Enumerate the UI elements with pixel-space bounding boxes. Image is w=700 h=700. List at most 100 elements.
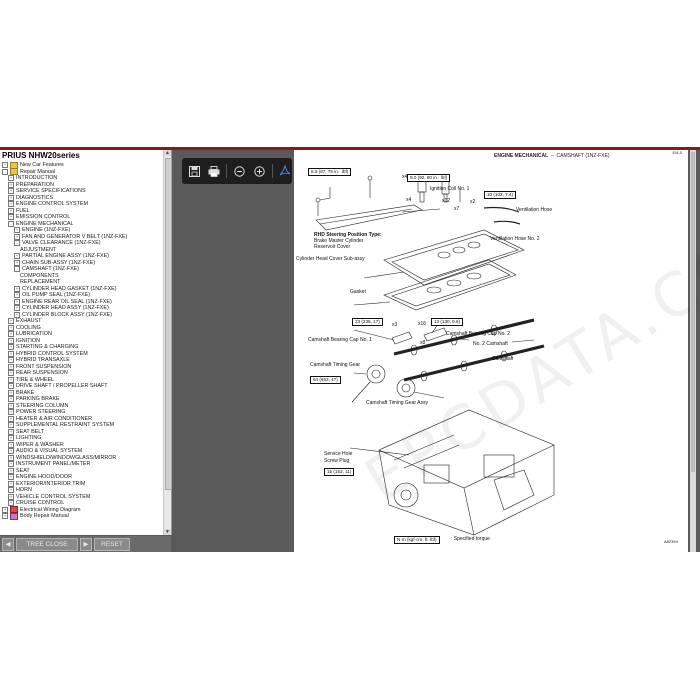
- expand-icon[interactable]: +: [8, 435, 14, 442]
- scrollbar-thumb[interactable]: [165, 158, 172, 490]
- expand-icon[interactable]: +: [14, 311, 20, 318]
- expand-icon[interactable]: +: [14, 285, 20, 292]
- sidebar-tree: PRIUS NHW20series + New Car Features - Repa…: [0, 150, 172, 535]
- expand-icon[interactable]: +: [8, 467, 14, 474]
- expand-icon[interactable]: +: [8, 389, 14, 396]
- label-rhd-line2: Reservoir Cover: [314, 244, 351, 250]
- expand-icon[interactable]: +: [8, 175, 14, 182]
- zoom-out-icon[interactable]: [233, 164, 246, 178]
- expand-icon[interactable]: +: [14, 227, 20, 234]
- expand-icon[interactable]: +: [8, 357, 14, 364]
- expand-icon[interactable]: +: [8, 487, 14, 494]
- expand-icon[interactable]: +: [14, 292, 20, 299]
- tree-close-button[interactable]: TREE CLOSE: [16, 537, 78, 551]
- scroll-down-arrow-icon[interactable]: ▼: [164, 529, 171, 535]
- label-qty: x4: [402, 174, 408, 180]
- label-bearing-cap-2: Camshaft Bearing Cap No. 2: [446, 331, 510, 337]
- reset-button[interactable]: RESET: [94, 537, 130, 551]
- expand-icon[interactable]: +: [14, 259, 20, 266]
- sidebar-scrollbar[interactable]: ▲ ▼: [163, 150, 172, 535]
- expand-icon[interactable]: +: [8, 383, 14, 390]
- label-head-cover: Cylinder Head Cover Sub-assy: [296, 256, 365, 262]
- label-service-hole: Service Hole: [324, 451, 353, 457]
- scroll-up-arrow-icon[interactable]: ▲: [164, 150, 171, 156]
- expand-icon[interactable]: +: [8, 318, 14, 325]
- expand-icon[interactable]: +: [2, 162, 8, 169]
- torque-label: 8.5 (87, 75 in.· lbf): [308, 168, 352, 176]
- expand-icon[interactable]: +: [2, 506, 8, 513]
- expand-icon[interactable]: +: [8, 376, 14, 383]
- expand-icon[interactable]: +: [8, 207, 14, 214]
- expand-icon[interactable]: +: [8, 493, 14, 500]
- label-qty: x3: [392, 322, 398, 328]
- expand-icon[interactable]: +: [8, 448, 14, 455]
- expand-icon[interactable]: +: [8, 370, 14, 377]
- label-ventilation-hose-2: Ventilation Hose No. 2: [490, 236, 540, 242]
- expand-icon[interactable]: +: [8, 480, 14, 487]
- toolbar-separator: [226, 164, 228, 178]
- torque-label: 15 (153, 11): [324, 468, 355, 476]
- expand-icon[interactable]: +: [8, 324, 14, 331]
- pdf-viewer: ENGINE MECHANICAL – CAMSHAFT (1NZ-FXE) E…: [172, 150, 700, 552]
- next-button[interactable]: ▶: [80, 537, 92, 551]
- expand-icon[interactable]: +: [8, 181, 14, 188]
- torque-legend-text: : Specified torque: [451, 536, 490, 542]
- print-icon[interactable]: [207, 164, 220, 178]
- expand-icon[interactable]: +: [8, 350, 14, 357]
- label-timing-gear-assy: Camshaft Timing Gear Assy: [366, 400, 428, 406]
- expand-icon[interactable]: +: [14, 305, 20, 312]
- figure-code: A82394: [664, 539, 678, 544]
- label-timing-gear: Camshaft Timing Gear: [310, 362, 361, 368]
- app-window: PRIUS NHW20series + New Car Features - Repa…: [0, 147, 700, 552]
- label-no2-camshaft: No. 2 Camshaft: [473, 341, 508, 347]
- expand-icon[interactable]: +: [8, 474, 14, 481]
- expand-icon[interactable]: +: [14, 253, 20, 260]
- collapse-icon[interactable]: -: [14, 266, 20, 273]
- folder-icon: [10, 512, 18, 520]
- expand-icon[interactable]: +: [8, 428, 14, 435]
- save-icon[interactable]: [188, 164, 201, 178]
- expand-icon[interactable]: +: [8, 461, 14, 468]
- expand-icon[interactable]: +: [8, 194, 14, 201]
- timing-gear-shape: [366, 364, 386, 384]
- collapse-icon[interactable]: -: [8, 220, 14, 227]
- prev-button[interactable]: ◀: [2, 537, 14, 551]
- expand-icon[interactable]: +: [14, 298, 20, 305]
- viewer-scrollbar[interactable]: [690, 150, 696, 552]
- label-ignition-coil: Ignition Coil No. 1: [430, 186, 470, 192]
- collapse-icon[interactable]: -: [2, 168, 8, 175]
- torque-label: 23 (235, 17): [352, 318, 383, 326]
- label-ventilation-hose: Ventilation Hose: [516, 207, 553, 213]
- expand-icon[interactable]: +: [8, 344, 14, 351]
- expand-icon[interactable]: +: [2, 513, 8, 520]
- expand-icon[interactable]: +: [8, 402, 14, 409]
- viewer-scrollbar-thumb[interactable]: [691, 152, 695, 472]
- zoom-in-icon[interactable]: [253, 164, 266, 178]
- expand-icon[interactable]: +: [8, 422, 14, 429]
- expand-icon[interactable]: +: [8, 337, 14, 344]
- label-bearing-cap-1: Camshaft Bearing Cap No. 1: [308, 337, 372, 343]
- engine-exploded-diagram: [315, 175, 555, 536]
- toolbar-separator: [271, 164, 273, 178]
- tree-item[interactable]: + Body Repair Manual: [0, 512, 171, 520]
- expand-icon[interactable]: +: [8, 454, 14, 461]
- expand-icon[interactable]: +: [8, 409, 14, 416]
- label-qty: x8: [420, 340, 426, 346]
- expand-icon[interactable]: +: [8, 363, 14, 370]
- acrobat-icon[interactable]: [279, 164, 292, 178]
- expand-icon[interactable]: +: [8, 188, 14, 195]
- expand-icon[interactable]: +: [8, 415, 14, 422]
- bottom-bar: ◀ TREE CLOSE ▶ RESET: [0, 536, 171, 552]
- expand-icon[interactable]: +: [14, 233, 20, 240]
- sidebar-title: PRIUS NHW20series: [2, 151, 80, 160]
- torque-label: 64 (653, 47): [310, 376, 341, 384]
- expand-icon[interactable]: +: [8, 396, 14, 403]
- expand-icon[interactable]: +: [8, 441, 14, 448]
- tree-list: + New Car Features - Repair Manual + INTRODUC…: [0, 161, 171, 520]
- label-qty: x2: [470, 199, 476, 205]
- expand-icon[interactable]: +: [8, 214, 14, 221]
- expand-icon[interactable]: +: [8, 201, 14, 208]
- collapse-icon[interactable]: -: [14, 240, 20, 247]
- label-qty: x16: [418, 321, 427, 327]
- expand-icon[interactable]: +: [8, 331, 14, 338]
